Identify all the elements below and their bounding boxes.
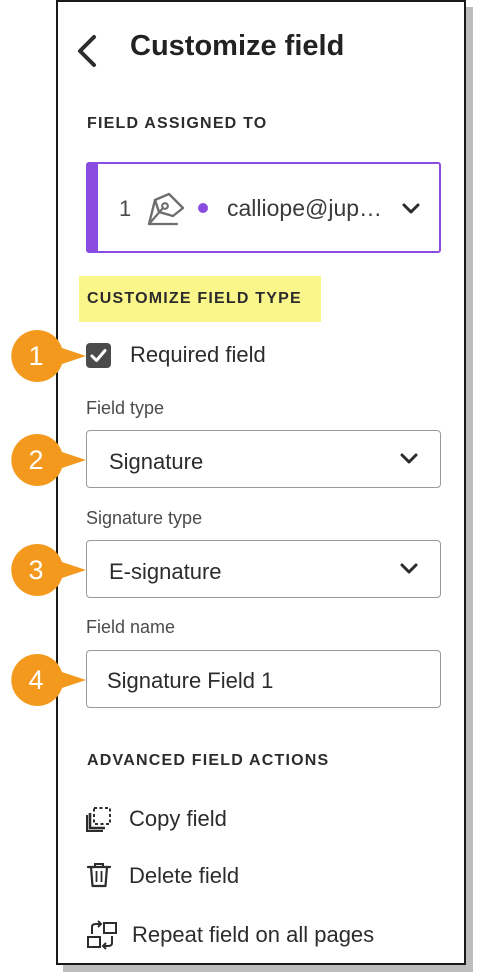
required-field-label[interactable]: Required field <box>130 342 266 368</box>
copy-field-action[interactable]: Copy field <box>86 804 386 836</box>
callout-3: 3 <box>11 543 86 596</box>
customize-field-type-heading: CUSTOMIZE FIELD TYPE <box>87 290 302 307</box>
field-name-value: Signature Field 1 <box>107 668 274 693</box>
advanced-actions-heading: ADVANCED FIELD ACTIONS <box>87 752 330 769</box>
delete-field-action[interactable]: Delete field <box>86 861 386 893</box>
field-type-label: Field type <box>86 398 165 418</box>
delete-field-label: Delete field <box>129 863 240 888</box>
chevron-down-icon <box>400 453 418 464</box>
svg-text:2: 2 <box>28 445 43 475</box>
repeat-field-label: Repeat field on all pages <box>132 922 375 947</box>
repeat-field-action[interactable]: Repeat field on all pages <box>86 919 416 951</box>
assignee-number: 1 <box>119 196 132 221</box>
field-assigned-heading: FIELD ASSIGNED TO <box>87 115 268 132</box>
svg-text:4: 4 <box>28 665 43 695</box>
callout-4: 4 <box>11 653 86 706</box>
trash-icon <box>86 863 112 888</box>
callout-2: 2 <box>11 433 86 486</box>
repeat-icon <box>87 920 117 950</box>
signature-type-value: E-signature <box>109 559 222 584</box>
assignee-email: calliope@jup… <box>227 195 383 221</box>
svg-text:3: 3 <box>28 555 43 585</box>
participant-color-dot <box>198 203 208 213</box>
back-arrow-icon[interactable] <box>74 34 102 68</box>
copy-icon <box>86 807 111 832</box>
svg-text:1: 1 <box>28 341 43 371</box>
field-type-value: Signature <box>109 449 204 474</box>
chevron-down-icon <box>400 563 418 574</box>
callout-1: 1 <box>11 329 86 382</box>
page-title: Customize field <box>130 30 345 62</box>
signature-type-label: Signature type <box>86 508 203 528</box>
field-name-label: Field name <box>86 617 176 637</box>
chevron-down-icon <box>402 203 420 214</box>
copy-field-label: Copy field <box>129 806 227 831</box>
signature-pen-icon <box>147 192 185 226</box>
